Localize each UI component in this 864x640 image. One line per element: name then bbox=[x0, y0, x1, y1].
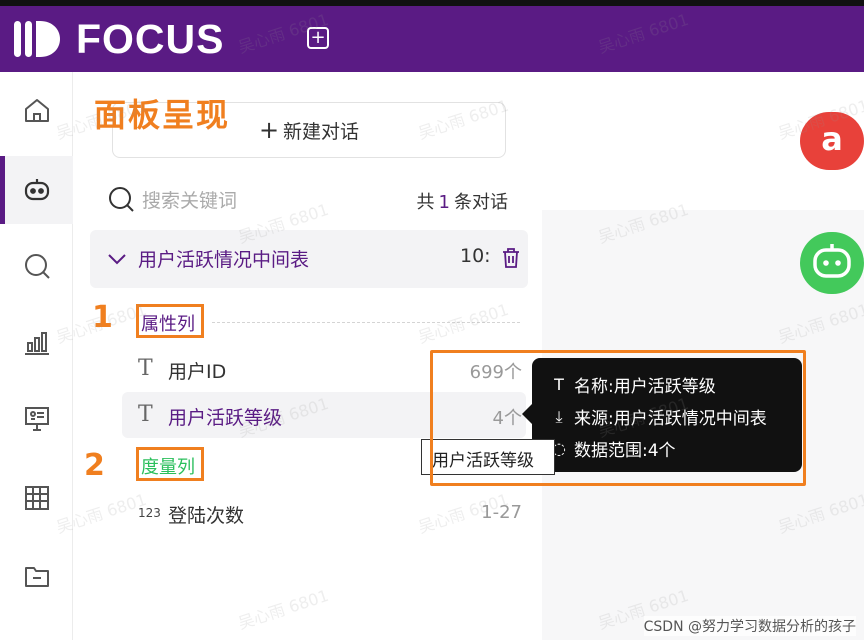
table-item[interactable]: 用户活跃情况中间表 10: bbox=[90, 230, 528, 288]
sidebar-item-folder[interactable] bbox=[0, 542, 73, 610]
search-icon bbox=[109, 187, 134, 212]
chevron-down-icon[interactable] bbox=[106, 248, 128, 270]
logo-text: FOCUS bbox=[76, 15, 225, 62]
count-suffix: 条对话 bbox=[454, 192, 508, 213]
focus-logo-icon bbox=[14, 21, 60, 57]
robot-icon bbox=[24, 179, 49, 201]
search-icon bbox=[24, 254, 50, 279]
logo[interactable]: FOCUS bbox=[14, 15, 225, 62]
conversation-count: 共 1 条对话 bbox=[417, 188, 508, 214]
bot-avatar bbox=[800, 232, 864, 294]
field-name: 登陆次数 bbox=[168, 505, 245, 527]
plus-icon: + bbox=[258, 116, 280, 144]
new-chat-label: 新建对话 bbox=[283, 120, 360, 143]
home-icon bbox=[24, 99, 49, 122]
sidebar-item-search[interactable] bbox=[0, 232, 73, 300]
field-name: 用户ID bbox=[168, 361, 227, 383]
measure-section-label: 度量列 bbox=[136, 447, 204, 481]
sidebar-rail bbox=[0, 72, 73, 640]
count-prefix: 共 bbox=[416, 192, 435, 213]
chart-icon bbox=[24, 332, 49, 355]
presentation-icon bbox=[24, 407, 49, 431]
search-input[interactable]: 搜索关键词 bbox=[142, 186, 237, 213]
marker-2: 2 bbox=[84, 448, 105, 483]
app: FOCUS + + 新建对话 面板呈现 搜索关键词 共 1 条对话 用户活跃情况… bbox=[0, 0, 864, 640]
count-value: 1 bbox=[438, 192, 450, 213]
header-bar: FOCUS + bbox=[0, 6, 864, 72]
sidebar-item-chat[interactable] bbox=[0, 156, 73, 224]
folder-icon bbox=[24, 567, 49, 587]
table-name: 用户活跃情况中间表 bbox=[138, 249, 310, 271]
table-time: 10: bbox=[460, 245, 491, 267]
text-type-icon: T bbox=[138, 356, 153, 381]
text-type-icon: T bbox=[138, 402, 153, 427]
trash-icon[interactable] bbox=[500, 246, 522, 270]
robot-icon bbox=[813, 244, 851, 278]
grid-icon bbox=[24, 486, 49, 510]
credit-text: CSDN @努力学习数据分析的孩子 bbox=[643, 616, 856, 636]
sidebar-item-presentation[interactable] bbox=[0, 384, 73, 452]
